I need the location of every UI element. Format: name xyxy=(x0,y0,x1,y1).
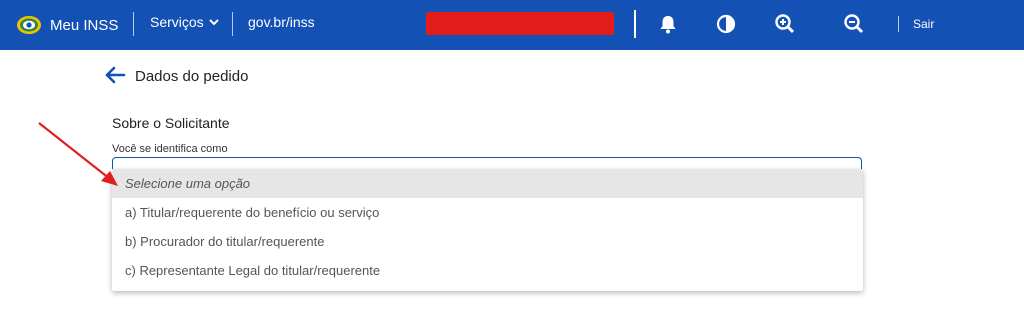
divider xyxy=(898,16,899,32)
identification-dropdown-list: Selecione uma opção a) Titular/requerent… xyxy=(112,169,863,291)
zoom-in-icon[interactable] xyxy=(774,13,796,35)
divider xyxy=(232,12,233,36)
brand[interactable]: Meu INSS xyxy=(16,13,118,37)
gov-link[interactable]: gov.br/inss xyxy=(248,14,315,30)
inss-logo-icon xyxy=(17,16,41,34)
dropdown-option-placeholder[interactable]: Selecione uma opção xyxy=(112,169,863,198)
divider xyxy=(634,10,636,38)
services-label: Serviços xyxy=(150,14,204,30)
back-arrow-icon[interactable] xyxy=(104,65,126,85)
logout-link[interactable]: Sair xyxy=(913,17,934,31)
page-title: Dados do pedido xyxy=(135,68,249,85)
contrast-icon[interactable] xyxy=(715,13,737,35)
zoom-out-icon[interactable] xyxy=(843,13,865,35)
dropdown-option-procurador[interactable]: b) Procurador do titular/requerente xyxy=(112,227,863,256)
redacted-user-name xyxy=(426,12,614,35)
dropdown-option-representante[interactable]: c) Representante Legal do titular/requer… xyxy=(112,256,863,285)
section-title: Sobre o Solicitante xyxy=(112,115,230,131)
top-navigation-bar: Meu INSS Serviços gov.br/inss Sair xyxy=(0,0,1024,50)
services-menu[interactable]: Serviços xyxy=(150,14,219,30)
divider xyxy=(133,12,134,36)
dropdown-option-titular[interactable]: a) Titular/requerente do benefício ou se… xyxy=(112,198,863,227)
bell-icon[interactable] xyxy=(657,13,679,35)
field-label: Você se identifica como xyxy=(112,143,228,155)
chevron-down-icon xyxy=(208,19,219,26)
brand-label: Meu INSS xyxy=(50,16,119,34)
